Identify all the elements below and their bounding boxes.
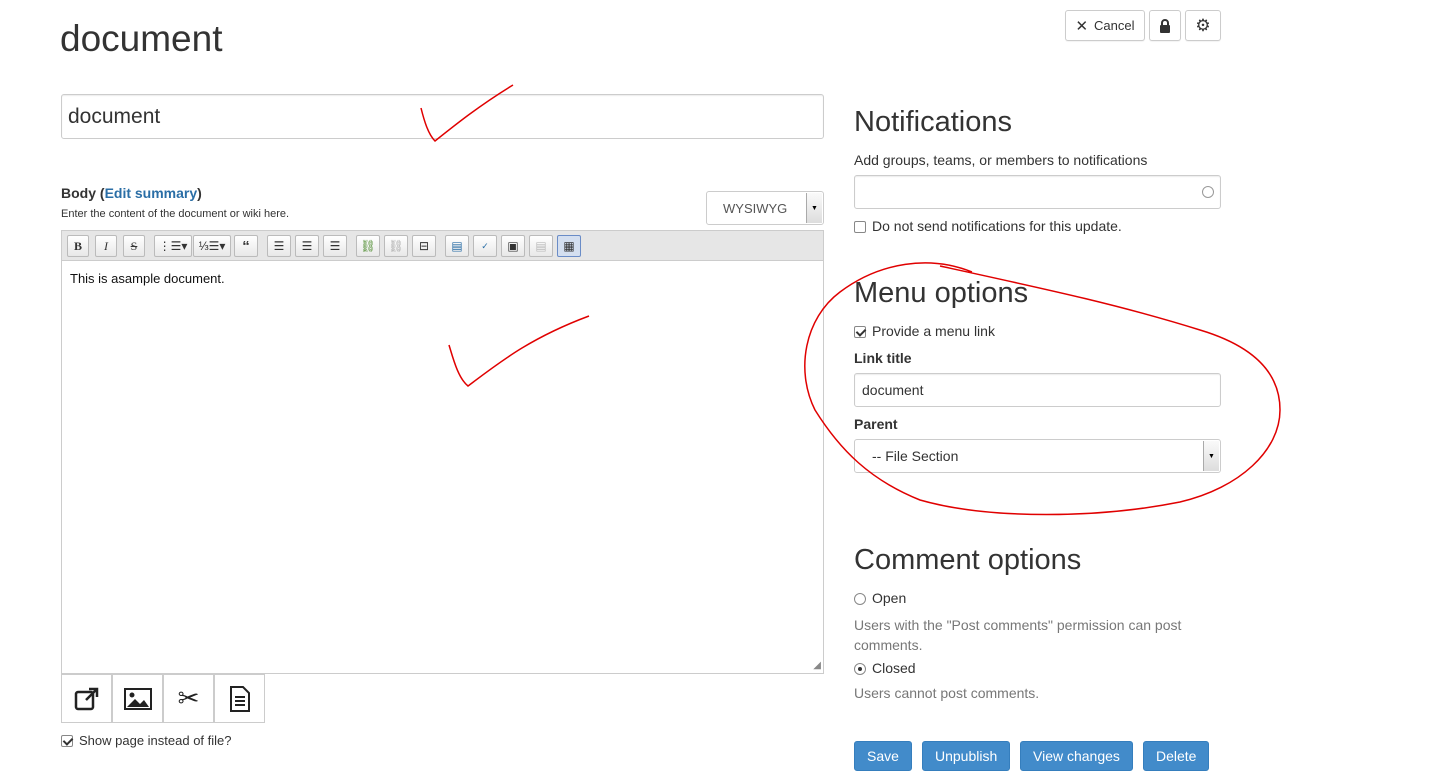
align-right-icon[interactable]: ☰ <box>323 235 347 257</box>
delete-button[interactable]: Delete <box>1143 741 1210 771</box>
document-button[interactable] <box>214 674 265 723</box>
body-content[interactable]: This is asample document. <box>70 271 225 286</box>
lock-icon <box>1160 18 1170 33</box>
bullet-list-icon[interactable]: ⋮☰▾ <box>154 235 192 257</box>
cancel-label: Cancel <box>1094 18 1135 33</box>
text-format-select[interactable]: WYSIWYG ▼ <box>706 191 824 225</box>
link-icon[interactable]: ⛓ <box>356 235 380 257</box>
menu-options-heading: Menu options <box>854 277 1029 309</box>
unpublish-button[interactable]: Unpublish <box>922 741 1011 771</box>
body-editor[interactable]: This is asample document. ◢ <box>61 260 824 674</box>
show-page-option[interactable]: Show page instead of file? <box>61 733 232 748</box>
scissors-icon: ✂ <box>177 683 200 713</box>
template-icon[interactable]: ▤ <box>445 235 469 257</box>
save-button[interactable]: Save <box>854 741 912 771</box>
document-icon <box>229 685 250 712</box>
cancel-button[interactable]: ✕ Cancel <box>1065 10 1145 41</box>
provide-link-option[interactable]: Provide a menu link <box>854 323 995 339</box>
page-title: document <box>60 18 223 59</box>
body-label: Body (Edit summary) <box>61 185 202 201</box>
external-link-button[interactable] <box>61 674 112 723</box>
insert-image-button[interactable] <box>112 674 163 723</box>
show-page-checkbox[interactable] <box>61 735 73 747</box>
settings-button[interactable]: ⚙ <box>1185 10 1221 41</box>
comment-open-radio[interactable] <box>854 593 866 605</box>
parent-label: Parent <box>854 416 898 432</box>
notifications-input[interactable] <box>854 175 1221 209</box>
chevron-down-icon: ▼ <box>1203 441 1219 471</box>
italic-icon[interactable]: I <box>95 235 117 257</box>
comment-closed-radio[interactable] <box>854 663 866 675</box>
link-title-input[interactable]: document <box>854 373 1221 407</box>
cut-button[interactable]: ✂ <box>163 674 214 723</box>
provide-link-label: Provide a menu link <box>872 323 995 339</box>
parent-value: -- File Section <box>872 448 959 464</box>
comment-open-help: Users with the "Post comments" permissio… <box>854 617 1182 653</box>
link-title-label: Link title <box>854 350 912 366</box>
numbered-list-icon[interactable]: ⅓☰▾ <box>193 235 231 257</box>
provide-link-checkbox[interactable] <box>854 326 866 338</box>
notifications-heading: Notifications <box>854 106 1012 138</box>
comment-closed-option[interactable]: Closed <box>854 660 916 676</box>
show-page-label: Show page instead of file? <box>79 733 232 748</box>
title-input[interactable]: document <box>61 94 824 139</box>
comment-closed-help: Users cannot post comments. <box>854 685 1040 701</box>
lock-button[interactable] <box>1149 10 1181 41</box>
text-format-value: WYSIWYG <box>723 201 788 216</box>
comment-open-option[interactable]: Open <box>854 590 906 606</box>
notifications-help: Add groups, teams, or members to notific… <box>854 152 1148 168</box>
body-label-text: Body <box>61 185 96 201</box>
edit-summary-link[interactable]: Edit summary <box>105 185 198 201</box>
align-left-icon[interactable]: ☰ <box>267 235 291 257</box>
unlink-icon[interactable]: ⛓ <box>384 235 408 257</box>
show-blocks-icon[interactable]: ▦ <box>557 235 581 257</box>
body-help-text: Enter the content of the document or wik… <box>61 208 290 220</box>
image-icon[interactable]: ▣ <box>501 235 525 257</box>
view-changes-button[interactable]: View changes <box>1020 741 1133 771</box>
strikethrough-icon[interactable]: S <box>123 235 145 257</box>
resize-handle-icon[interactable]: ◢ <box>813 660 821 671</box>
no-send-option[interactable]: Do not send notifications for this updat… <box>854 218 1122 234</box>
image-icon <box>123 687 152 710</box>
external-link-icon <box>74 687 98 710</box>
align-center-icon[interactable]: ☰ <box>295 235 319 257</box>
page-break-icon[interactable]: ⊟ <box>412 235 436 257</box>
no-send-checkbox[interactable] <box>854 221 866 233</box>
bold-icon[interactable]: B <box>67 235 89 257</box>
comment-closed-label: Closed <box>872 660 916 676</box>
parent-select[interactable]: -- File Section ▼ <box>854 439 1221 473</box>
close-icon: ✕ <box>1075 17 1089 35</box>
chevron-down-icon: ▼ <box>806 193 822 223</box>
comment-open-label: Open <box>872 590 907 606</box>
gear-icon: ⚙ <box>1195 15 1211 35</box>
no-send-label: Do not send notifications for this updat… <box>872 218 1122 234</box>
spellcheck-icon[interactable]: ✓ <box>473 235 497 257</box>
blockquote-icon[interactable]: “ <box>234 235 258 257</box>
paste-from-word-icon[interactable]: ▤ <box>529 235 553 257</box>
editor-toolbar: B I S ⋮☰▾ ⅓☰▾ “ ☰ ☰ ☰ ⛓ ⛓ ⊟ ▤ ✓ ▣ ▤ ▦ <box>61 230 824 260</box>
comment-options-heading: Comment options <box>854 544 1082 576</box>
loading-icon <box>1202 186 1214 198</box>
